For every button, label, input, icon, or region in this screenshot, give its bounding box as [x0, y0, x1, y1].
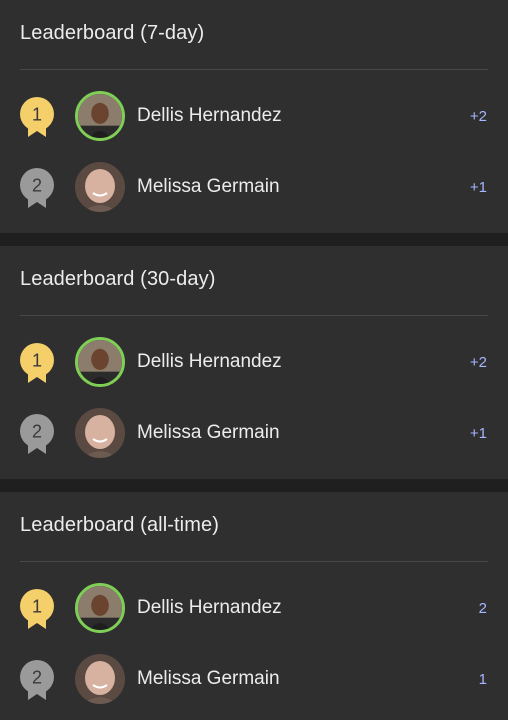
- entry-score: +1: [469, 425, 487, 442]
- person-avatar-icon: [75, 162, 125, 212]
- entry-score: 1: [478, 671, 487, 688]
- leaderboard-entry[interactable]: 1 Dellis Hernandez 2: [0, 581, 508, 637]
- silver-medal-icon: 2: [20, 168, 54, 208]
- leaderboard-entry[interactable]: 1 Dellis Hernandez +2: [0, 335, 508, 391]
- entry-score: +2: [469, 354, 487, 371]
- leaderboard-all-time: Leaderboard (all-time) 1 Dellis Hernande…: [0, 492, 508, 720]
- board-title: Leaderboard (7-day): [20, 22, 205, 44]
- entry-score: +1: [469, 179, 487, 196]
- person-avatar-icon: [78, 94, 122, 138]
- medal-rank: 2: [32, 422, 42, 442]
- avatar[interactable]: [75, 91, 125, 141]
- avatar[interactable]: [75, 583, 125, 633]
- person-avatar-icon: [78, 340, 122, 384]
- entry-score: +2: [469, 108, 487, 125]
- medal-rank: 2: [32, 668, 42, 688]
- entry-name: Melissa Germain: [137, 176, 280, 197]
- leaderboard-7-day: Leaderboard (7-day) 1 Dellis Hernandez +…: [0, 0, 508, 233]
- gold-medal-icon: 1: [20, 589, 54, 629]
- silver-medal-icon: 2: [20, 660, 54, 700]
- divider: [20, 315, 488, 316]
- board-title: Leaderboard (all-time): [20, 514, 219, 536]
- silver-medal-icon: 2: [20, 414, 54, 454]
- leaderboard-entry[interactable]: 2 Melissa Germain +1: [0, 406, 508, 462]
- entry-name: Dellis Hernandez: [137, 597, 282, 618]
- entry-name: Dellis Hernandez: [137, 351, 282, 372]
- entry-name: Dellis Hernandez: [137, 105, 282, 126]
- gold-medal-icon: 1: [20, 343, 54, 383]
- leaderboard-entry[interactable]: 1 Dellis Hernandez +2: [0, 89, 508, 145]
- medal-rank: 2: [32, 176, 42, 196]
- medal-rank: 1: [32, 597, 42, 617]
- entry-name: Melissa Germain: [137, 422, 280, 443]
- divider: [20, 561, 488, 562]
- avatar[interactable]: [75, 654, 125, 704]
- entry-score: 2: [478, 600, 487, 617]
- avatar[interactable]: [75, 337, 125, 387]
- person-avatar-icon: [75, 408, 125, 458]
- board-title: Leaderboard (30-day): [20, 268, 216, 290]
- medal-rank: 1: [32, 105, 42, 125]
- person-avatar-icon: [78, 586, 122, 630]
- leaderboard-entry[interactable]: 2 Melissa Germain +1: [0, 160, 508, 216]
- leaderboard-entry[interactable]: 2 Melissa Germain 1: [0, 652, 508, 708]
- divider: [20, 69, 488, 70]
- person-avatar-icon: [75, 654, 125, 704]
- avatar[interactable]: [75, 408, 125, 458]
- entry-name: Melissa Germain: [137, 668, 280, 689]
- medal-rank: 1: [32, 351, 42, 371]
- gold-medal-icon: 1: [20, 97, 54, 137]
- avatar[interactable]: [75, 162, 125, 212]
- leaderboard-30-day: Leaderboard (30-day) 1 Dellis Hernandez …: [0, 246, 508, 479]
